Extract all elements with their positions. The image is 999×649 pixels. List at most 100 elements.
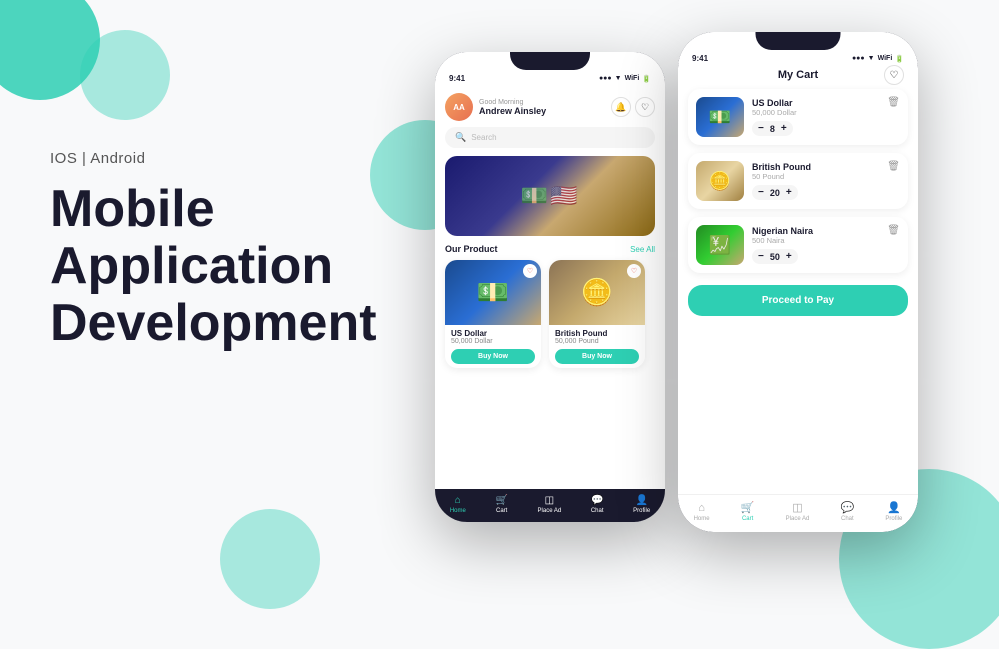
phone1-nav-chat-label: Chat bbox=[591, 508, 604, 514]
phone1: 9:41 ●●● ▼ WiFi 🔋 AA Good Morning Andrew… bbox=[435, 52, 665, 522]
chat-icon: 💬 bbox=[841, 501, 855, 514]
phone2-cart-item-ngn: 💹 Nigerian Naira 500 Naira − 50 + 🗑 bbox=[688, 217, 908, 273]
phone2-nav-home-label: Home bbox=[694, 516, 710, 522]
chat-icon: 💬 bbox=[591, 495, 603, 506]
phone2-nav-profile-label: Profile bbox=[885, 516, 902, 522]
bg-circle-bottom-left bbox=[220, 509, 320, 609]
title-line2: Application bbox=[50, 237, 333, 295]
phone2-favorites-btn[interactable]: ♡ bbox=[884, 65, 904, 85]
phone2-nav-cart[interactable]: 🛒 Cart bbox=[741, 501, 755, 522]
phone1-greeting-text: Good Morning bbox=[479, 99, 611, 106]
phone1-user-name: Andrew Ainsley bbox=[479, 106, 611, 116]
phone2-usd-delete-btn[interactable]: 🗑 bbox=[887, 97, 900, 108]
phone1-greeting: Good Morning Andrew Ainsley bbox=[479, 99, 611, 116]
phone2-gbp-name: British Pound bbox=[752, 162, 900, 172]
phone2-ngn-delete-btn[interactable]: 🗑 bbox=[887, 225, 900, 236]
phone1-product-usd: 💵 ♡ US Dollar 50,000 Dollar Buy Now bbox=[445, 260, 541, 368]
phone2-ngn-decrease-btn[interactable]: − bbox=[758, 251, 764, 262]
bg-circle-top-right bbox=[80, 30, 170, 120]
search-icon: 🔍 bbox=[455, 132, 466, 143]
phone1-nav-chat[interactable]: 💬 Chat bbox=[591, 495, 604, 514]
phone2-nav-place-ad-label: Place Ad bbox=[786, 516, 810, 522]
phone1-product-gbp-image: 🪙 ♡ bbox=[549, 260, 645, 325]
phone2-usd-sub: 50,000 Dollar bbox=[752, 108, 900, 117]
phone2-gbp-qty-control: − 20 + bbox=[752, 185, 798, 200]
phone1-usd-info: US Dollar 50,000 Dollar Buy Now bbox=[445, 325, 541, 368]
phone1-nav-cart[interactable]: 🛒 Cart bbox=[495, 495, 507, 514]
phone2-usd-qty: 8 bbox=[770, 124, 775, 134]
phone2-cart-item-gbp: 🪙 British Pound 50 Pound − 20 + 🗑 bbox=[688, 153, 908, 209]
phone2-usd-image: 💵 bbox=[696, 97, 744, 137]
phone1-search-bar[interactable]: 🔍 Search bbox=[445, 127, 655, 148]
phone1-nav-profile[interactable]: 👤 Profile bbox=[633, 495, 650, 514]
phone1-usd-fav-btn[interactable]: ♡ bbox=[523, 264, 537, 278]
phone1-gbp-buy-btn[interactable]: Buy Now bbox=[555, 349, 639, 364]
phone2-gbp-decrease-btn[interactable]: − bbox=[758, 187, 764, 198]
phone1-gbp-fav-btn[interactable]: ♡ bbox=[627, 264, 641, 278]
profile-icon: 👤 bbox=[635, 495, 647, 506]
phone1-see-all[interactable]: See All bbox=[630, 245, 655, 254]
phone1-products: 💵 ♡ US Dollar 50,000 Dollar Buy Now 🪙 ♡ bbox=[435, 260, 665, 368]
phone2-nav-home[interactable]: ⌂ Home bbox=[694, 502, 710, 522]
phone2-usd-decrease-btn[interactable]: − bbox=[758, 123, 764, 134]
phone1-product-usd-image: 💵 ♡ bbox=[445, 260, 541, 325]
phone1-banner-image: 💵🇺🇸 bbox=[521, 183, 580, 209]
phone2-usd-name: US Dollar bbox=[752, 98, 900, 108]
phone1-header: AA Good Morning Andrew Ainsley 🔔 ♡ bbox=[435, 89, 665, 127]
phone2-status-icons: ●●● ▼ WiFi 🔋 bbox=[852, 55, 904, 63]
phone2-usd-qty-control: − 8 + bbox=[752, 121, 793, 136]
place-ad-icon: ◫ bbox=[545, 495, 554, 506]
phone2-screen: 9:41 ●●● ▼ WiFi 🔋 My Cart ♡ 💵 bbox=[678, 32, 918, 532]
phone1-usd-name: US Dollar bbox=[451, 329, 535, 338]
phone2-container: 9:41 ●●● ▼ WiFi 🔋 My Cart ♡ 💵 bbox=[678, 32, 918, 532]
phone1-banner: 💵🇺🇸 bbox=[445, 156, 655, 236]
phone2-gbp-qty: 20 bbox=[770, 188, 780, 198]
phone1-avatar: AA bbox=[445, 93, 473, 121]
phone2-ngn-increase-btn[interactable]: + bbox=[786, 251, 792, 262]
phone1-favorites-btn[interactable]: ♡ bbox=[635, 97, 655, 117]
phone2-usd-details: US Dollar 50,000 Dollar − 8 + bbox=[752, 98, 900, 136]
platform-label: IOS | Android bbox=[50, 150, 377, 167]
phone2-gbp-details: British Pound 50 Pound − 20 + bbox=[752, 162, 900, 200]
phone2-gbp-increase-btn[interactable]: + bbox=[786, 187, 792, 198]
cart-icon: 🛒 bbox=[495, 495, 507, 506]
phone1-nav-place-ad[interactable]: ◫ Place Ad bbox=[538, 495, 562, 514]
proceed-to-pay-button[interactable]: Proceed to Pay bbox=[688, 285, 908, 316]
phone2-nav-chat[interactable]: 💬 Chat bbox=[841, 501, 855, 522]
phone1-gbp-price: 50,000 Pound bbox=[555, 338, 639, 345]
phone2-usd-increase-btn[interactable]: + bbox=[781, 123, 787, 134]
phone2-gbp-delete-btn[interactable]: 🗑 bbox=[887, 161, 900, 172]
phone2-ngn-image: 💹 bbox=[696, 225, 744, 265]
phone2-nav-profile[interactable]: 👤 Profile bbox=[885, 501, 902, 522]
phone2-cart-items: 💵 US Dollar 50,000 Dollar − 8 + 🗑 🪙 bbox=[678, 89, 918, 273]
phone1-usd-buy-btn[interactable]: Buy Now bbox=[451, 349, 535, 364]
phone1-time: 9:41 bbox=[449, 74, 465, 83]
phone2-ngn-qty: 50 bbox=[770, 252, 780, 262]
phone2-nav-place-ad[interactable]: ◫ Place Ad bbox=[786, 501, 810, 522]
phone1-product-gbp: 🪙 ♡ British Pound 50,000 Pound Buy Now bbox=[549, 260, 645, 368]
profile-icon: 👤 bbox=[887, 501, 901, 514]
main-title: Mobile Application Development bbox=[50, 181, 377, 353]
phone1-nav-home[interactable]: ⌂ Home bbox=[450, 495, 466, 514]
cart-icon: 🛒 bbox=[741, 501, 755, 514]
phone1-bottom-nav: ⌂ Home 🛒 Cart ◫ Place Ad 💬 Chat 👤 P bbox=[435, 489, 665, 522]
phone1-section-title: Our Product bbox=[445, 244, 498, 254]
phone1-header-icons: 🔔 ♡ bbox=[611, 97, 655, 117]
phone1-status-icons: ●●● ▼ WiFi 🔋 bbox=[599, 75, 651, 83]
phone1-notification-btn[interactable]: 🔔 bbox=[611, 97, 631, 117]
phone2-bottom-nav: ⌂ Home 🛒 Cart ◫ Place Ad 💬 Chat 👤 P bbox=[678, 494, 918, 532]
phone2-nav-cart-label: Cart bbox=[742, 516, 753, 522]
hero-text-section: IOS | Android Mobile Application Develop… bbox=[50, 150, 377, 353]
phone1-gbp-name: British Pound bbox=[555, 329, 639, 338]
phone2-notch bbox=[756, 32, 841, 50]
phone1-nav-home-label: Home bbox=[450, 508, 466, 514]
phone2-gbp-sub: 50 Pound bbox=[752, 172, 900, 181]
phone2-ngn-qty-control: − 50 + bbox=[752, 249, 798, 264]
phone2-cart-item-usd: 💵 US Dollar 50,000 Dollar − 8 + 🗑 bbox=[688, 89, 908, 145]
home-icon: ⌂ bbox=[455, 495, 461, 506]
phone1-nav-profile-label: Profile bbox=[633, 508, 650, 514]
phone1-container: 9:41 ●●● ▼ WiFi 🔋 AA Good Morning Andrew… bbox=[435, 52, 665, 522]
place-ad-icon: ◫ bbox=[792, 501, 802, 514]
phone1-search-placeholder: Search bbox=[471, 133, 496, 142]
title-line3: Development bbox=[50, 294, 377, 352]
